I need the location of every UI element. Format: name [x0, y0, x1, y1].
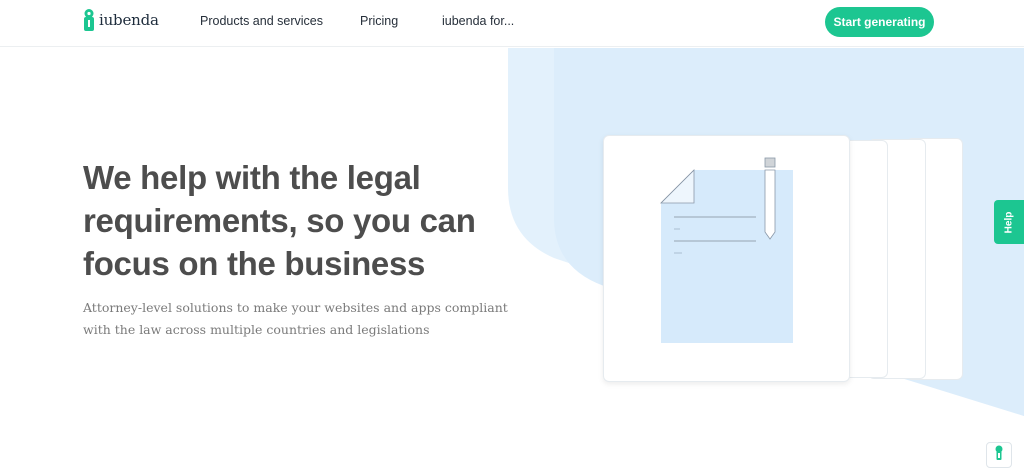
- nav-iubenda-for[interactable]: iubenda for...: [442, 14, 514, 28]
- logo[interactable]: iubenda: [83, 9, 159, 31]
- privacy-controls-button[interactable]: [986, 442, 1012, 468]
- hero-title: We help with the legal requirements, so …: [83, 159, 476, 282]
- document-illustration: [660, 157, 793, 343]
- hero-subtitle: Attorney-level solutions to make your we…: [83, 300, 508, 337]
- brand-name: iubenda: [99, 11, 159, 29]
- help-tab[interactable]: Help: [994, 200, 1024, 244]
- start-generating-button[interactable]: Start generating: [825, 7, 934, 37]
- help-label: Help: [1003, 211, 1015, 233]
- site-header: iubenda Products and services Pricing iu…: [0, 0, 1024, 47]
- nav-products-and-services[interactable]: Products and services: [200, 14, 323, 28]
- keyhole-icon: [994, 445, 1004, 466]
- nav-pricing[interactable]: Pricing: [360, 14, 398, 28]
- pen-illustration: [764, 157, 776, 240]
- iubenda-logo-icon: [83, 9, 95, 31]
